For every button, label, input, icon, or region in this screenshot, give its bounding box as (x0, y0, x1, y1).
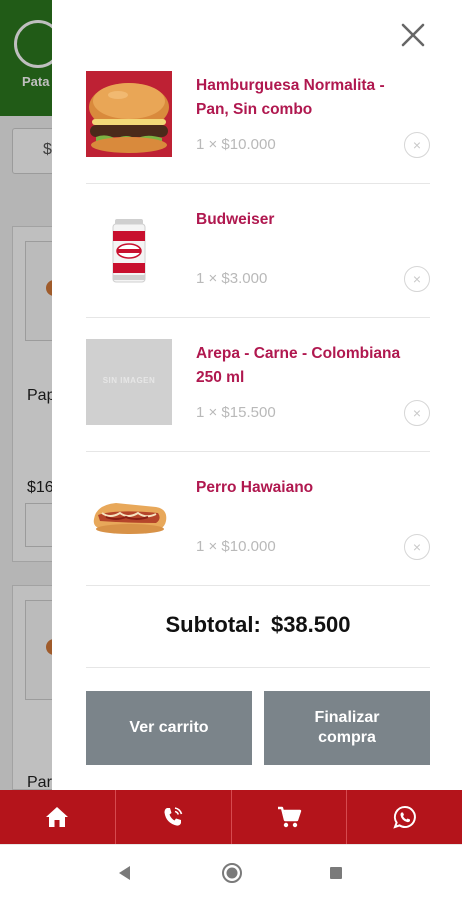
cart-item-quantity-price: 1 × $10.000 (196, 136, 276, 153)
bottom-nav (0, 790, 462, 844)
remove-item-button[interactable]: × (404, 266, 430, 292)
cart-item-name[interactable]: Perro Hawaiano (196, 476, 406, 500)
home-icon (46, 807, 69, 827)
no-image-placeholder: SIN IMAGEN (86, 339, 172, 425)
hotdog-image (86, 473, 172, 559)
cart-item: Perro Hawaiano 1 × $10.000 × (86, 452, 430, 586)
cart-icon (277, 806, 302, 828)
back-triangle-icon (119, 866, 130, 880)
hamburger-image (86, 71, 172, 157)
nav-home[interactable] (0, 790, 115, 844)
cart-item-quantity-price: 1 × $3.000 (196, 270, 268, 287)
nav-phone[interactable] (114, 790, 231, 844)
whatsapp-icon (392, 805, 416, 829)
close-button[interactable] (398, 20, 428, 50)
beer-can-image (86, 205, 172, 291)
cart-item-quantity-price: 1 × $10.000 (196, 538, 276, 555)
remove-item-button[interactable]: × (404, 132, 430, 158)
cart-item: Budweiser 1 × $3.000 × (86, 184, 430, 318)
cart-item-quantity-price: 1 × $15.500 (196, 404, 276, 421)
placeholder-text: SIN IMAGEN (102, 376, 156, 385)
cart-item-list: Hamburguesa Normalita - Pan, Sin combo 1… (86, 50, 430, 586)
system-home-button[interactable] (220, 861, 244, 885)
cart-item-name[interactable]: Hamburguesa Normalita - Pan, Sin combo (196, 74, 406, 122)
subtotal-value: $38.500 (270, 612, 351, 637)
cart-item: Hamburguesa Normalita - Pan, Sin combo 1… (86, 50, 430, 184)
subtotal: Subtotal: $38.500 (86, 586, 430, 668)
cart-drawer: Hamburguesa Normalita - Pan, Sin combo 1… (52, 0, 462, 790)
phone-icon (164, 807, 183, 826)
cart-item-name[interactable]: Budweiser (196, 208, 406, 232)
subtotal-label: Subtotal: (165, 612, 261, 637)
nav-whatsapp[interactable] (346, 790, 462, 844)
drawer-actions: Ver carrito Finalizar compra (86, 691, 430, 765)
checkout-button[interactable]: Finalizar compra (264, 691, 430, 765)
cart-item-name[interactable]: Arepa - Carne - Colombiana 250 ml (196, 342, 406, 390)
recents-square-icon (330, 867, 342, 879)
view-cart-button[interactable]: Ver carrito (86, 691, 252, 765)
close-icon (401, 23, 425, 47)
system-back-button[interactable] (113, 861, 137, 885)
home-circle-icon (222, 863, 242, 883)
system-navigation-bar (0, 844, 462, 900)
cart-item: SIN IMAGEN Arepa - Carne - Colombiana 25… (86, 318, 430, 452)
remove-item-button[interactable]: × (404, 534, 430, 560)
system-recents-button[interactable] (324, 861, 348, 885)
remove-item-button[interactable]: × (404, 400, 430, 426)
nav-cart[interactable] (230, 790, 347, 844)
